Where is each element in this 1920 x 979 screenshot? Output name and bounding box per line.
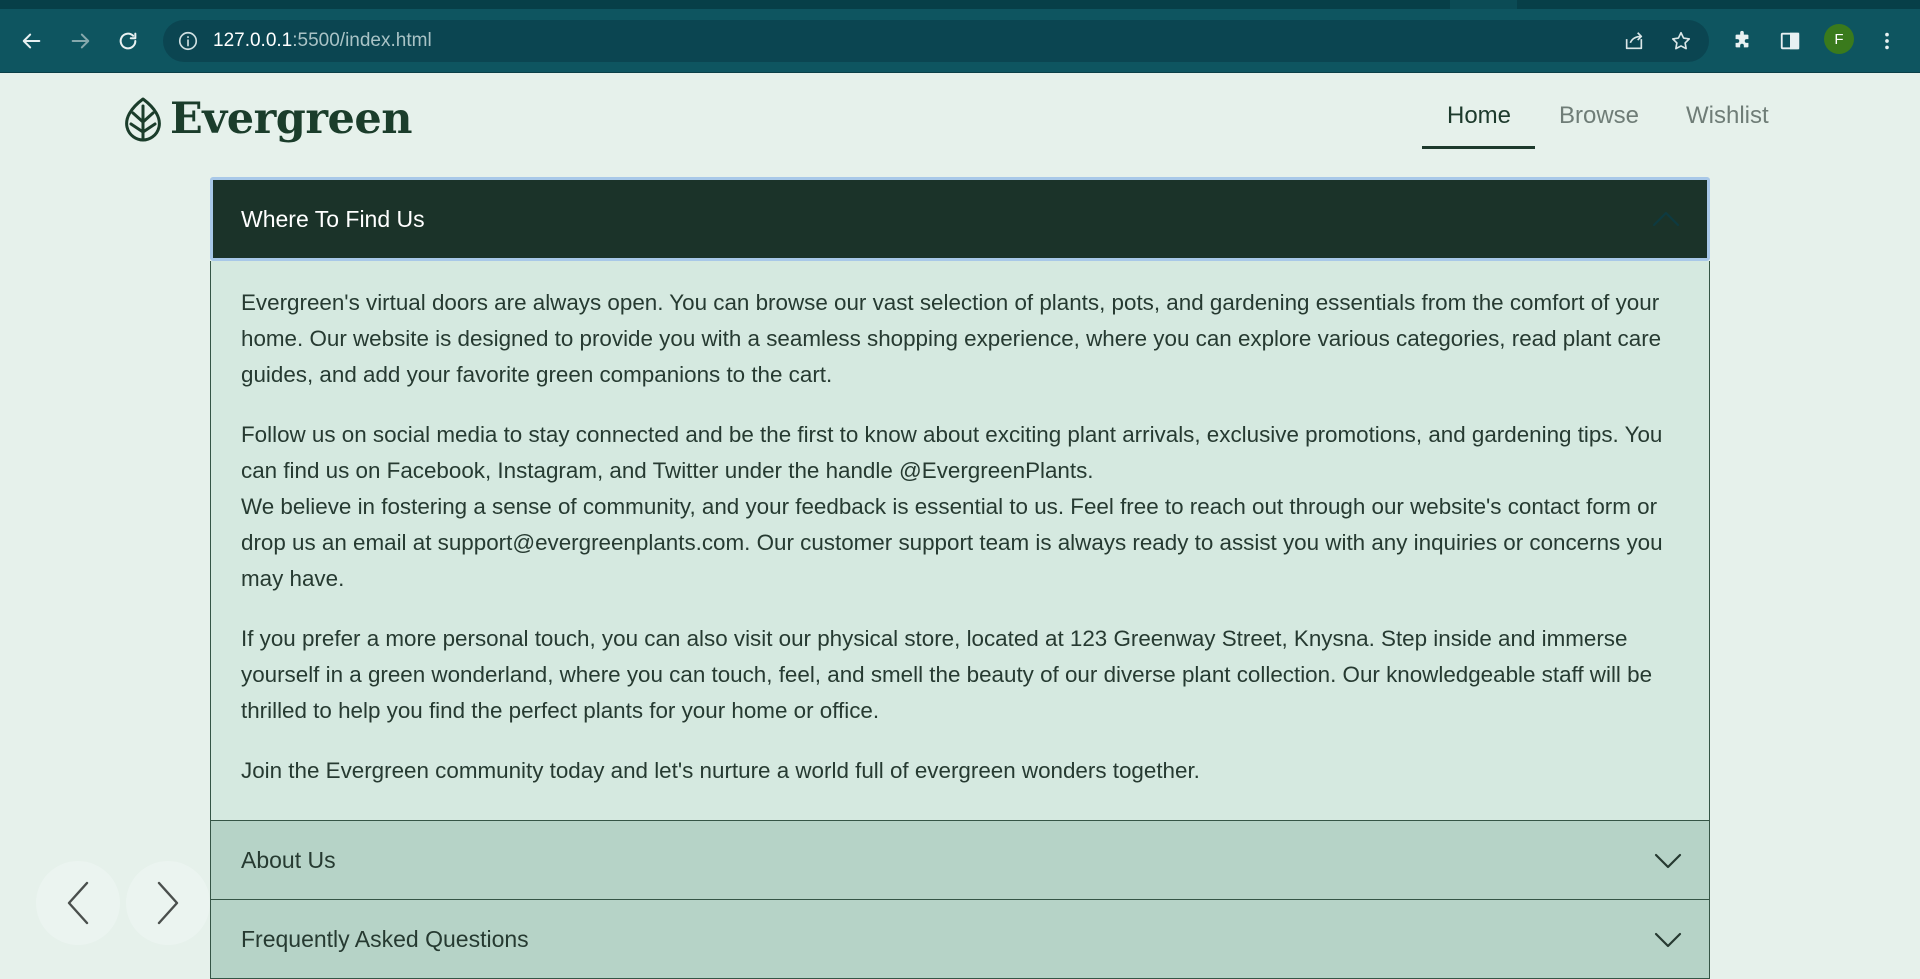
back-button[interactable] [14, 23, 50, 59]
browser-tab-strip [0, 0, 1920, 9]
browser-menu-button[interactable] [1869, 23, 1905, 59]
accordion-panel-where-to-find-us: Evergreen's virtual doors are always ope… [210, 261, 1710, 821]
active-tab-edge[interactable] [0, 0, 1450, 9]
accordion-title: Where To Find Us [241, 206, 425, 232]
chevron-right-icon [157, 881, 179, 925]
profile-avatar[interactable]: F [1824, 24, 1854, 54]
chevron-down-icon [1654, 932, 1682, 948]
reload-icon [119, 32, 137, 50]
logo-wordmark: Evergreen [170, 94, 412, 144]
browser-toolbar: 127.0.0.1:5500/index.html F [0, 9, 1920, 73]
reload-button[interactable] [110, 23, 146, 59]
accordion-header-about-us[interactable]: About Us [210, 821, 1710, 900]
extensions-button[interactable] [1724, 23, 1760, 59]
side-panel-icon [1780, 32, 1800, 50]
site-info-icon[interactable] [177, 30, 199, 52]
nav-active-indicator [1422, 146, 1535, 149]
side-panel-button[interactable] [1772, 23, 1808, 59]
paragraph-community: We believe in fostering a sense of commu… [241, 494, 1663, 591]
info-accordion: Where To Find Us Evergreen's virtual doo… [210, 177, 1710, 979]
carousel-prev-button[interactable] [36, 861, 120, 945]
chevron-left-icon [67, 881, 89, 925]
chevron-down-icon [1654, 853, 1682, 869]
chevron-up-icon [1652, 211, 1680, 227]
paragraph-virtual-doors: Evergreen's virtual doors are always ope… [241, 290, 1662, 387]
nav-browse[interactable]: Browse [1559, 102, 1639, 130]
address-bar[interactable]: 127.0.0.1:5500/index.html [163, 20, 1709, 62]
leaf-logo-icon [125, 97, 161, 142]
accordion-title: Frequently Asked Questions [241, 926, 529, 952]
accordion-title: About Us [241, 847, 336, 873]
back-arrow-icon [22, 33, 41, 49]
extensions-icon [1735, 30, 1749, 48]
bookmark-star-icon[interactable] [1670, 30, 1692, 52]
nav-wishlist[interactable]: Wishlist [1686, 102, 1769, 130]
share-icon[interactable] [1623, 30, 1645, 52]
accordion-header-faq[interactable]: Frequently Asked Questions [210, 900, 1710, 979]
url-host: 127.0.0.1 [213, 30, 293, 51]
forward-arrow-icon [71, 33, 90, 49]
site-header: Evergreen Home Browse Wishlist [0, 74, 1920, 164]
url-text[interactable]: 127.0.0.1:5500/index.html [213, 30, 432, 52]
nav-home[interactable]: Home [1447, 102, 1511, 130]
inactive-tab-edge[interactable] [1517, 0, 1920, 9]
forward-button[interactable] [62, 23, 98, 59]
url-path: :5500/index.html [292, 30, 432, 51]
carousel-next-button[interactable] [126, 861, 210, 945]
accordion-header-where-to-find-us[interactable]: Where To Find Us [210, 177, 1710, 261]
paragraph-physical-store: If you prefer a more personal touch, you… [241, 626, 1653, 723]
paragraph-social-media: Follow us on social media to stay connec… [241, 422, 1663, 483]
kebab-menu-icon [1885, 32, 1889, 50]
paragraph-join: Join the Evergreen community today and l… [241, 758, 1200, 783]
site-logo[interactable]: Evergreen [122, 94, 412, 144]
